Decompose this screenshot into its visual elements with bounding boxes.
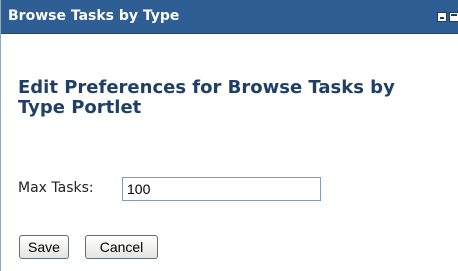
- save-button[interactable]: Save: [19, 235, 69, 259]
- minimize-icon[interactable]: [437, 12, 447, 22]
- page-title: Edit Preferences for Browse Tasks by Typ…: [18, 77, 395, 118]
- max-tasks-input[interactable]: [122, 177, 321, 201]
- maximize-icon[interactable]: [449, 12, 458, 22]
- portlet-titlebar: Browse Tasks by Type: [1, 0, 458, 34]
- max-tasks-label: Max Tasks:: [18, 180, 94, 196]
- portlet-title: Browse Tasks by Type: [8, 8, 180, 24]
- portlet: Browse Tasks by Type Edit Preferences fo…: [0, 0, 458, 271]
- cancel-button[interactable]: Cancel: [85, 235, 158, 259]
